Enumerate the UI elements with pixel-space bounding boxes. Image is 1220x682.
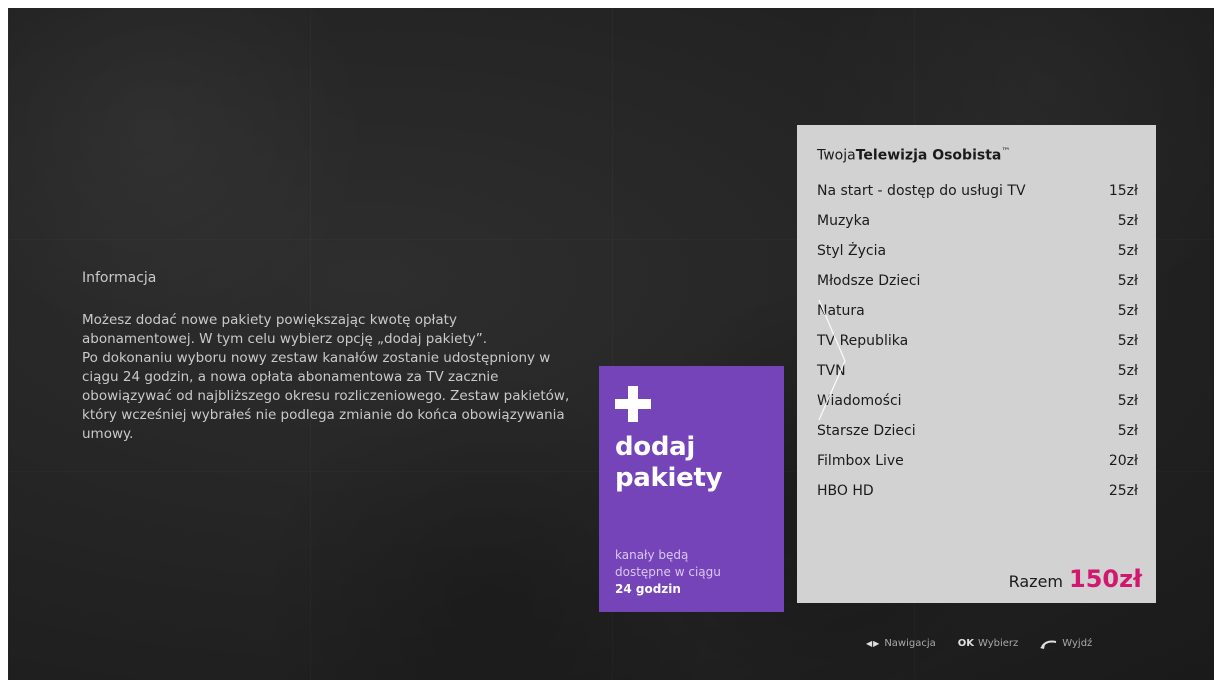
package-row: Natura 5zł — [817, 302, 1138, 332]
package-price: 5zł — [1117, 212, 1138, 229]
package-name: Na start - dostęp do usługi TV — [817, 182, 1026, 199]
package-price: 15zł — [1108, 182, 1138, 199]
hint-ok: OK Wybierz — [958, 638, 1019, 649]
add-packages-title: dodaj pakiety — [615, 432, 768, 494]
hint-ok-label: Wybierz — [978, 638, 1019, 649]
hint-navigation: ◀▶ Nawigacja — [866, 638, 936, 649]
package-name: Młodsze Dzieci — [817, 272, 921, 289]
add-packages-subtitle: kanały będą dostępne w ciągu 24 godzin — [615, 547, 721, 598]
add-packages-sub-line-1: kanały będą — [615, 548, 689, 562]
package-row: Wiadomości 5zł — [817, 392, 1138, 422]
package-name: Starsze Dzieci — [817, 422, 916, 439]
package-price: 5zł — [1117, 272, 1138, 289]
summary-title-prefix: Twoja — [817, 147, 856, 164]
package-row: TVN 5zł — [817, 362, 1138, 392]
package-row: HBO HD 25zł — [817, 482, 1138, 512]
package-row: Filmbox Live 20zł — [817, 452, 1138, 482]
package-row: Na start - dostęp do usługi TV 15zł — [817, 182, 1138, 212]
package-name: TV Republika — [817, 332, 909, 349]
package-name: HBO HD — [817, 482, 874, 499]
hint-navigation-label: Nawigacja — [884, 638, 936, 649]
add-packages-button[interactable]: dodaj pakiety kanały będą dostępne w cią… — [599, 366, 784, 612]
remote-hints-bar: ◀▶ Nawigacja OK Wybierz Wyjdź — [866, 638, 1092, 649]
add-packages-title-line-2: pakiety — [615, 463, 723, 493]
package-row: TV Republika 5zł — [817, 332, 1138, 362]
package-name: Filmbox Live — [817, 452, 904, 469]
package-price: 20zł — [1108, 452, 1138, 469]
info-text: Możesz dodać nowe pakiety powiększając k… — [82, 311, 572, 444]
add-packages-title-line-1: dodaj — [615, 432, 696, 462]
package-price: 5zł — [1117, 332, 1138, 349]
package-list: Na start - dostęp do usługi TV 15zł Muzyka… — [817, 182, 1138, 512]
info-paragraph-1: Możesz dodać nowe pakiety powiększając k… — [82, 312, 488, 347]
hint-exit: Wyjdź — [1040, 638, 1092, 649]
total-value: 150zł — [1069, 565, 1142, 593]
plus-icon — [615, 386, 651, 422]
package-price: 5zł — [1117, 362, 1138, 379]
package-name: Natura — [817, 302, 865, 319]
package-name: Styl Życia — [817, 242, 887, 259]
info-paragraph-2: Po dokonaniu wyboru nowy zestaw kanałów … — [82, 350, 570, 442]
package-row: Muzyka 5zł — [817, 212, 1138, 242]
package-price: 5zł — [1117, 302, 1138, 319]
package-name: Muzyka — [817, 212, 871, 229]
package-price: 5zł — [1117, 422, 1138, 439]
left-right-arrows-icon: ◀▶ — [866, 639, 881, 648]
tv-screen: Informacja Możesz dodać nowe pakiety pow… — [8, 8, 1214, 680]
add-packages-sub-line-3: 24 godzin — [615, 582, 681, 596]
hint-exit-label: Wyjdź — [1062, 638, 1093, 649]
package-row: Młodsze Dzieci 5zł — [817, 272, 1138, 302]
package-row: Starsze Dzieci 5zł — [817, 422, 1138, 452]
package-price: 5zł — [1117, 242, 1138, 259]
package-price: 5zł — [1117, 392, 1138, 409]
subscription-summary-panel: TwojaTelewizja Osobista™ Na start - dost… — [797, 125, 1156, 603]
total-label: Razem — [1008, 572, 1064, 591]
back-arrow-icon — [1040, 640, 1057, 649]
summary-total: Razem 150zł — [1009, 565, 1142, 593]
summary-title-bold: Telewizja Osobista — [855, 147, 1002, 164]
info-title: Informacja — [82, 270, 157, 286]
add-packages-sub-line-2: dostępne w ciągu — [615, 565, 721, 579]
ok-key-label: OK — [957, 638, 975, 649]
package-price: 25zł — [1108, 482, 1138, 499]
summary-title: TwojaTelewizja Osobista™ — [817, 147, 1138, 164]
package-name: Wiadomości — [817, 392, 902, 409]
package-name: TVN — [817, 362, 846, 379]
package-row: Styl Życia 5zł — [817, 242, 1138, 272]
trademark-symbol: ™ — [1001, 147, 1011, 157]
